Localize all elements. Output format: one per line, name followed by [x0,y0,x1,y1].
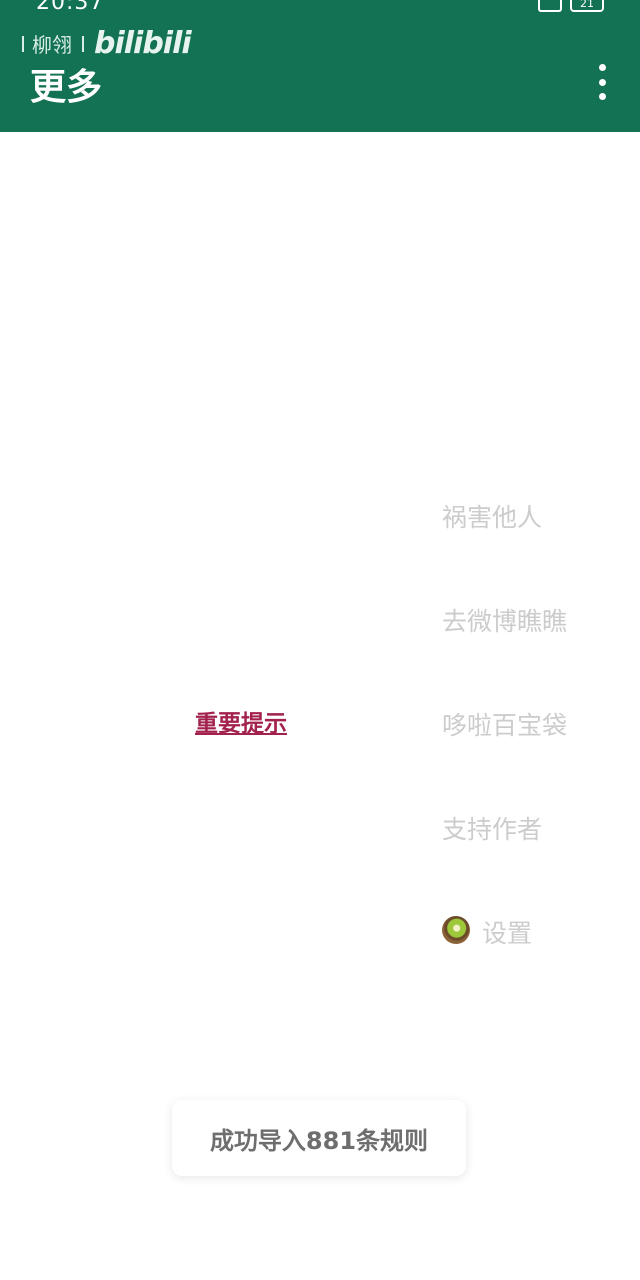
menu-item-doraemon-pocket[interactable]: 哆啦百宝袋 [442,700,567,804]
toast-message: 成功导入881条规则 [172,1100,466,1176]
menu-dot [598,64,606,71]
sim-icon [538,0,562,12]
menu-dot [598,93,606,100]
menu-dot [598,78,606,86]
menu-item-label: 哆啦百宝袋 [442,711,568,740]
status-icons: 21 [538,0,604,12]
brand-divider [82,35,84,52]
battery-icon: 21 [570,0,604,12]
important-notice-link[interactable]: 重要提示 [195,704,287,738]
toast-text: 成功导入881条规则 [209,1126,429,1155]
menu-item-label: 支持作者 [442,815,543,844]
battery-level: 21 [580,0,594,10]
menu-item-label: 设置 [482,919,533,948]
app-bar: 20:37 21 柳翎 bilibili 更多 [0,0,640,132]
menu-item-label: 祸害他人 [442,503,543,532]
kiwi-icon [437,911,475,949]
more-menu-list: 祸害他人 去微博瞧瞧 哆啦百宝袋 支持作者 设置 [437,492,567,1012]
page-title: 更多 [30,67,103,108]
menu-item-label: 去微博瞧瞧 [442,607,568,636]
status-time: 20:37 [36,0,105,15]
menu-item-support-author[interactable]: 支持作者 [442,804,567,908]
bilibili-logo: bilibili [94,26,192,61]
more-vert-icon[interactable] [590,64,614,100]
menu-item-weibo[interactable]: 去微博瞧瞧 [442,596,567,700]
menu-item-harm-others[interactable]: 祸害他人 [442,492,567,596]
brand-row: 柳翎 bilibili [20,26,192,61]
brand-divider [22,35,24,52]
menu-item-settings[interactable]: 设置 [437,908,567,1012]
brand-author: 柳翎 [32,33,72,57]
